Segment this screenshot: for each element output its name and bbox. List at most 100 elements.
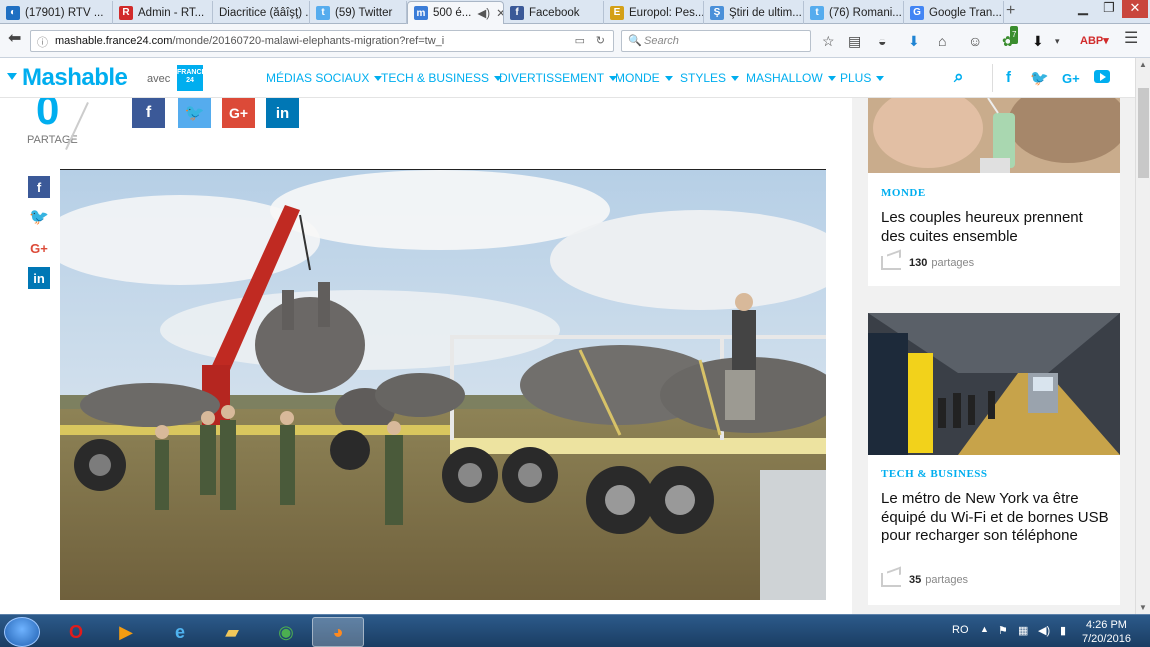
internet-explorer-taskbar-icon[interactable]: e xyxy=(154,617,206,647)
new-tab-button[interactable]: + xyxy=(1006,2,1015,20)
addon-icon[interactable]: ✿ 7 xyxy=(1002,26,1019,50)
site-search-icon[interactable]: ⌕ xyxy=(954,67,964,87)
card-shares: 130 partages xyxy=(881,256,974,270)
share-facebook-button[interactable]: f xyxy=(132,98,165,128)
nav-styles[interactable]: STYLES xyxy=(680,71,739,85)
flag-tray-icon[interactable]: ⚑ xyxy=(998,624,1008,637)
tab-google-translate[interactable]: G Google Tran... xyxy=(904,1,1004,24)
menu-toggle-icon[interactable] xyxy=(7,73,17,80)
hamburger-menu-icon[interactable]: ☰ xyxy=(1124,30,1138,48)
card-category[interactable]: MONDE xyxy=(881,187,926,199)
download-arrow-icon[interactable]: ⬇ xyxy=(1032,32,1044,50)
maximize-button[interactable]: ❐ xyxy=(1096,0,1122,18)
tab-close-icon[interactable]: ✕ xyxy=(496,6,503,20)
related-sidebar: MONDE Les couples heureux prennent des c… xyxy=(852,98,1135,614)
download-icon[interactable]: ⬇ xyxy=(908,32,920,50)
chat-icon[interactable]: ☺ xyxy=(968,32,982,50)
file-explorer-taskbar-icon[interactable]: ▰ xyxy=(206,617,258,647)
side-linkedin-icon[interactable]: in xyxy=(28,267,50,289)
card-image-metro xyxy=(868,313,1120,455)
url-bar[interactable]: ⓘ mashable.france24.com/monde/20160720-m… xyxy=(30,30,614,52)
search-icon: 🔍 xyxy=(628,35,642,47)
twitter-favicon-icon: t xyxy=(810,5,824,20)
avec-label: avec xyxy=(147,73,171,85)
header-divider xyxy=(992,64,993,92)
start-button[interactable] xyxy=(4,617,40,647)
google-translate-favicon-icon: G xyxy=(910,5,924,20)
site-header: Mashable avec FRANCE 24 MÉDIAS SOCIAUX T… xyxy=(0,58,1135,98)
windows-taskbar: O ▶ e ▰ ◉ ◕ RO ▲ ⚑ ▦ ◀) ▮ 4:26 PM 7/20/2… xyxy=(0,614,1150,647)
card-title[interactable]: Les couples heureux prennent des cuites … xyxy=(881,209,1111,246)
tab-diacritice[interactable]: Diacritice (ăâîşţ) ... xyxy=(213,1,310,24)
facebook-icon[interactable]: f xyxy=(1006,69,1011,86)
search-input[interactable]: 🔍 Search xyxy=(621,30,811,52)
tab-stiri[interactable]: Ş Ştiri de ultim... xyxy=(704,1,804,24)
scroll-down-arrow-icon[interactable]: ▼ xyxy=(1139,603,1147,612)
mashable-logo[interactable]: Mashable xyxy=(22,64,128,92)
reload-icon[interactable]: ↻ xyxy=(596,34,605,47)
page-content: 0 PARTAGE f 🐦 G+ in f 🐦 G+ in MONDE Les … xyxy=(0,98,1135,614)
france24-logo[interactable]: FRANCE 24 xyxy=(177,65,206,91)
nav-tech-business[interactable]: TECH & BUSINESS xyxy=(381,71,502,85)
tab-facebook[interactable]: f Facebook xyxy=(504,1,604,24)
chrome-taskbar-icon[interactable]: ◉ xyxy=(260,617,312,647)
adblock-icon[interactable]: ABP▾ xyxy=(1080,32,1109,50)
minimize-button[interactable]: ▁ xyxy=(1070,0,1096,18)
info-icon: ⓘ xyxy=(37,37,48,49)
share-linkedin-button[interactable]: in xyxy=(266,98,299,128)
language-indicator[interactable]: RO xyxy=(952,624,969,636)
opera-taskbar-icon[interactable]: O xyxy=(50,617,102,647)
share-google-plus-button[interactable]: G+ xyxy=(222,98,255,128)
google-plus-icon[interactable]: G+ xyxy=(1062,71,1080,86)
tab-twitter[interactable]: t (59) Twitter xyxy=(310,1,407,24)
related-card-couples[interactable]: MONDE Les couples heureux prennent des c… xyxy=(868,98,1120,286)
europol-favicon-icon: E xyxy=(610,5,624,20)
media-player-taskbar-icon[interactable]: ▶ xyxy=(100,617,152,647)
nav-divertissement[interactable]: DIVERTISSEMENT xyxy=(499,71,617,85)
network-tray-icon[interactable]: ▮ xyxy=(1060,624,1066,637)
home-icon[interactable]: ⌂ xyxy=(938,32,946,50)
card-title[interactable]: Le métro de New York va être équipé du W… xyxy=(881,490,1111,546)
window-close-button[interactable]: ✕ xyxy=(1122,0,1148,18)
card-image-couples xyxy=(868,98,1120,173)
back-arrow-icon[interactable]: ⬅ xyxy=(8,30,21,48)
firefox-taskbar-icon[interactable]: ◕ xyxy=(312,617,364,647)
system-clock[interactable]: 4:26 PM 7/20/2016 xyxy=(1082,618,1131,646)
browser-tab-bar: ◐ (17901) RTV ... R Admin - RT... Diacriti… xyxy=(0,0,1150,24)
scroll-up-arrow-icon[interactable]: ▲ xyxy=(1139,60,1147,69)
tray-expand-icon[interactable]: ▲ xyxy=(980,624,989,634)
admin-favicon-icon: R xyxy=(119,5,133,20)
display-tray-icon[interactable]: ▦ xyxy=(1018,624,1028,637)
share-arrow-icon xyxy=(881,256,901,270)
reading-list-icon[interactable]: ▤ xyxy=(848,32,861,50)
share-count: 0 xyxy=(36,98,60,133)
nav-monde[interactable]: MONDE xyxy=(615,71,673,85)
stiri-favicon-icon: Ş xyxy=(710,5,724,20)
nav-mashallow[interactable]: MASHALLOW xyxy=(746,71,836,85)
side-facebook-icon[interactable]: f xyxy=(28,176,50,198)
tab-europol[interactable]: E Europol: Pes... xyxy=(604,1,704,24)
page-scrollbar[interactable]: ▲ ▼ xyxy=(1135,58,1150,614)
twitter-favicon-icon: t xyxy=(316,5,330,20)
tab-admin[interactable]: R Admin - RT... xyxy=(113,1,213,24)
card-category[interactable]: TECH & BUSINESS xyxy=(881,468,988,480)
twitter-icon[interactable]: 🐦 xyxy=(1030,69,1049,87)
bookmark-star-icon[interactable]: ☆ xyxy=(822,32,835,50)
dropdown-arrow-icon[interactable]: ▾ xyxy=(1055,32,1060,50)
related-card-metro[interactable]: TECH & BUSINESS Le métro de New York va … xyxy=(868,313,1120,605)
side-twitter-icon[interactable]: 🐦 xyxy=(28,206,50,228)
youtube-icon[interactable] xyxy=(1094,70,1110,87)
volume-tray-icon[interactable]: ◀) xyxy=(1038,624,1050,637)
tab-mashable-active[interactable]: m500 é...◀)✕ xyxy=(407,1,504,24)
reader-view-icon[interactable]: ▭ xyxy=(575,34,585,47)
scrollbar-thumb[interactable] xyxy=(1138,88,1149,178)
tab-twitter-romania[interactable]: t (76) Romani... xyxy=(804,1,904,24)
nav-plus[interactable]: PLUS xyxy=(840,71,884,85)
nav-medias-sociaux[interactable]: MÉDIAS SOCIAUX xyxy=(266,71,382,85)
mashable-favicon-icon: m xyxy=(414,6,428,20)
speaker-icon[interactable]: ◀) xyxy=(477,6,490,20)
share-twitter-button[interactable]: 🐦 xyxy=(178,98,211,128)
pocket-icon[interactable]: ◒ xyxy=(878,32,886,50)
tab-rtv[interactable]: ◐ (17901) RTV ... xyxy=(0,1,113,24)
side-google-plus-icon[interactable]: G+ xyxy=(28,237,50,259)
